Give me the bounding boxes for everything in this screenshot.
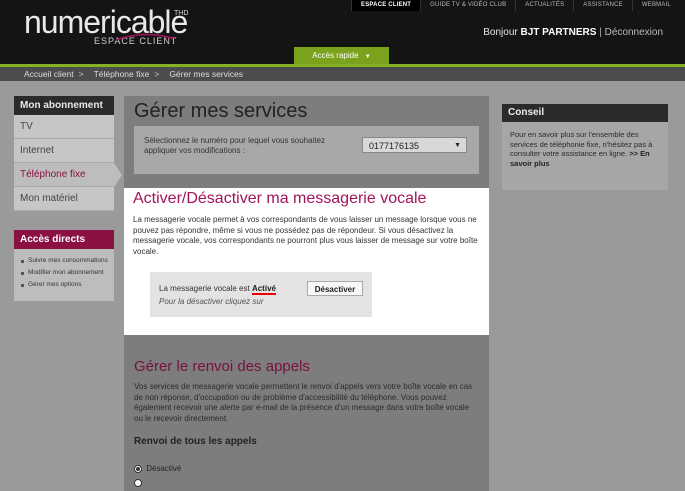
logout-link[interactable]: Déconnexion: [605, 27, 663, 38]
quick-access-arrow-icon: ▼: [364, 54, 371, 60]
breadcrumb-bar: Accueil client > Téléphone fixe > Gérer …: [0, 67, 685, 81]
topnav-actualites[interactable]: ACTUALITÉS: [515, 0, 573, 11]
sidebar: Mon abonnement TV Internet Téléphone fix…: [14, 96, 122, 301]
chevron-down-icon: ▼: [454, 142, 461, 149]
advice-body: Pour en savoir plus sur l'ensemble des s…: [502, 122, 668, 190]
breadcrumb: Accueil client > Téléphone fixe > Gérer …: [24, 67, 248, 81]
sidebar-item-internet[interactable]: Internet: [14, 139, 114, 163]
direct-access-box: Accès directs Suivre mes consommations M…: [14, 230, 114, 301]
logo-swoosh-icon: [115, 33, 174, 41]
greeting-separator: |: [599, 27, 602, 38]
greeting-text: Bonjour: [483, 27, 518, 38]
phone-number-select[interactable]: 0177176135 ▼: [362, 137, 467, 153]
radio-icon[interactable]: [134, 478, 142, 487]
breadcrumb-separator: >: [78, 69, 84, 79]
radio-selected-icon[interactable]: [134, 464, 142, 473]
forwarding-title: Gérer le renvoi des appels: [134, 358, 310, 375]
voicemail-section: Activer/Désactiver ma messagerie vocale …: [124, 188, 489, 335]
voicemail-status-value: Activé: [251, 284, 276, 295]
phone-number-value: 0177176135: [369, 141, 420, 151]
advice-title: Conseil: [502, 104, 668, 122]
sidebar-title: Mon abonnement: [14, 96, 114, 115]
topnav-guide-tv[interactable]: GUIDE TV & VIDÉO CLUB: [420, 0, 515, 11]
advice-box: Conseil Pour en savoir plus sur l'ensemb…: [502, 104, 668, 190]
forwarding-description: Vos services de messagerie vocale permet…: [134, 382, 473, 423]
user-name: BJT PARTNERS: [520, 27, 597, 38]
numericable-logo[interactable]: numericable THD ESPACE CLIENT: [24, 6, 194, 50]
page-title: Gérer mes services: [134, 100, 308, 122]
sidebar-item-telephone[interactable]: Téléphone fixe: [14, 163, 122, 187]
topnav-assistance[interactable]: ASSISTANCE: [573, 0, 632, 11]
top-navigation: ESPACE CLIENT GUIDE TV & VIDÉO CLUB ACTU…: [351, 0, 680, 11]
link-consommations[interactable]: Suivre mes consommations: [18, 257, 110, 265]
voicemail-status-box: La messagerie vocale est Activé Pour la …: [150, 272, 372, 317]
link-gerer-options[interactable]: Gérer mes options: [18, 281, 110, 289]
forwarding-option-disabled-label: Désactivé: [146, 464, 182, 473]
topnav-webmail[interactable]: WEBMAIL: [631, 0, 680, 11]
voicemail-status: La messagerie vocale est Activé: [159, 284, 276, 295]
direct-access-title: Accès directs: [14, 230, 114, 249]
deactivate-button[interactable]: Désactiver: [307, 281, 363, 296]
number-selector-prompt: Sélectionnez le numéro pour lequel vous …: [144, 136, 326, 155]
breadcrumb-home[interactable]: Accueil client: [24, 67, 74, 81]
voicemail-description: La messagerie vocale permet à vos corres…: [133, 215, 478, 256]
voicemail-status-label: La messagerie vocale est: [159, 284, 250, 293]
site-header: numericable THD ESPACE CLIENT ESPACE CLI…: [0, 0, 685, 64]
forwarding-option-disabled[interactable]: Désactivé: [134, 464, 181, 473]
sidebar-item-tv[interactable]: TV: [14, 115, 114, 139]
link-modifier-abonnement[interactable]: Modifier mon abonnement: [18, 269, 110, 277]
brand-sup: THD: [174, 10, 189, 17]
forwarding-subtitle: Renvoi de tous les appels: [134, 436, 257, 447]
voicemail-title: Activer/Désactiver ma messagerie vocale: [133, 190, 427, 207]
direct-access-links: Suivre mes consommations Modifier mon ab…: [14, 249, 114, 301]
voicemail-hint: Pour la désactiver cliquez sur: [159, 297, 264, 306]
forwarding-option-next[interactable]: [134, 478, 144, 487]
breadcrumb-current: Gérer mes services: [169, 69, 243, 79]
user-greeting: Bonjour BJT PARTNERS | Déconnexion: [483, 27, 663, 38]
quick-access-button[interactable]: Accès rapide ▼: [294, 47, 389, 64]
breadcrumb-separator: >: [154, 69, 160, 79]
breadcrumb-telephone[interactable]: Téléphone fixe: [94, 67, 150, 81]
sidebar-item-materiel[interactable]: Mon matériel: [14, 187, 114, 211]
number-selector-box: Sélectionnez le numéro pour lequel vous …: [134, 126, 479, 174]
topnav-espace-client[interactable]: ESPACE CLIENT: [351, 0, 421, 11]
quick-access-label: Accès rapide: [312, 51, 359, 60]
